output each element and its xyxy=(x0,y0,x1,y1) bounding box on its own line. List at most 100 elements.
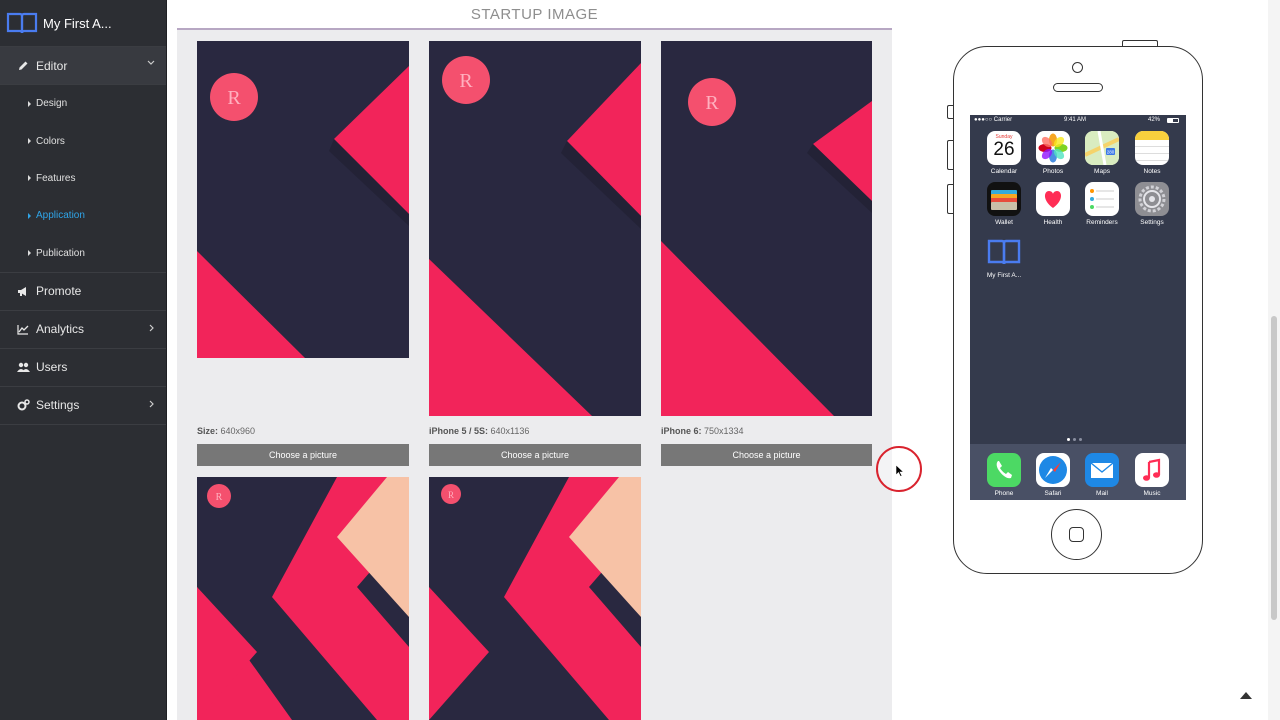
svg-text:R: R xyxy=(448,490,454,500)
caption-label: Size: xyxy=(197,426,219,436)
caret-right-icon xyxy=(28,100,31,107)
carrier-label: Carrier xyxy=(993,117,1013,123)
startup-image-preview-landscape: R xyxy=(429,477,641,720)
choose-picture-button[interactable]: Choose a picture xyxy=(661,444,872,466)
book-icon xyxy=(987,235,1021,269)
line-chart-icon xyxy=(16,324,30,335)
sidebar-subitem-design[interactable]: Design xyxy=(0,85,166,122)
app-brand[interactable]: My First A... xyxy=(0,0,166,47)
book-icon xyxy=(6,12,38,34)
reminders-icon xyxy=(1085,182,1119,216)
sidebar-item-users[interactable]: Users xyxy=(0,349,166,387)
gear-icon xyxy=(1135,182,1169,216)
phone-icon xyxy=(987,453,1021,487)
app-label: Maps xyxy=(1094,168,1110,175)
sidebar-subitem-label: Design xyxy=(36,98,68,110)
caret-right-icon xyxy=(28,250,31,257)
startup-image-preview-640x1136: R xyxy=(429,41,641,416)
svg-text:R: R xyxy=(216,492,223,503)
sidebar-item-label: Analytics xyxy=(36,322,85,337)
app-label: Mail xyxy=(1096,490,1108,497)
caption-value: 750x1334 xyxy=(701,426,744,436)
app-settings[interactable]: Settings xyxy=(1134,182,1170,226)
editor-submenu: Design Colors Features Application Publi… xyxy=(0,85,166,273)
app-label: Settings xyxy=(1140,219,1164,226)
app-photos[interactable]: Photos xyxy=(1035,131,1071,175)
sidebar-item-label: Promote xyxy=(36,284,82,299)
signal-carrier: ●●●○○ Carrier xyxy=(974,117,1013,123)
app-notes[interactable]: Notes xyxy=(1134,131,1170,175)
scrollbar[interactable] xyxy=(1268,0,1280,720)
app-label: Reminders xyxy=(1086,219,1118,226)
startup-image-preview-750x1334: R xyxy=(661,41,872,416)
dock-app-mail[interactable]: Mail xyxy=(1084,453,1120,497)
app-health[interactable]: Health xyxy=(1035,182,1071,226)
wallet-icon xyxy=(987,182,1021,216)
sidebar-item-settings[interactable]: Settings xyxy=(0,387,166,425)
sidebar-item-label: Users xyxy=(36,360,68,375)
photos-icon xyxy=(1036,131,1070,165)
caption-label: iPhone 6: xyxy=(661,426,702,436)
chevron-right-icon xyxy=(149,324,154,332)
chevron-right-icon xyxy=(149,400,154,408)
mail-icon xyxy=(1085,453,1119,487)
calendar-date: 26 xyxy=(993,139,1015,160)
caret-right-icon xyxy=(28,138,31,145)
app-calendar[interactable]: Sunday 26 Calendar xyxy=(986,131,1022,175)
app-my-first-app[interactable]: My First A... xyxy=(984,235,1024,279)
sidebar-item-editor[interactable]: Editor xyxy=(0,47,166,85)
scrollbar-thumb[interactable] xyxy=(1271,316,1277,620)
choose-picture-button[interactable]: Choose a picture xyxy=(429,444,641,466)
startup-image-preview-landscape: R xyxy=(197,477,409,720)
sidebar-item-label: Settings xyxy=(36,398,80,413)
dock-app-phone[interactable]: Phone xyxy=(986,453,1022,497)
svg-text:280: 280 xyxy=(1107,150,1115,155)
pencil-icon xyxy=(16,60,30,71)
sidebar-subitem-label: Application xyxy=(36,210,85,222)
maps-icon: 280 xyxy=(1085,131,1119,165)
sidebar-subitem-application[interactable]: Application xyxy=(0,197,166,234)
compass-icon xyxy=(1036,453,1070,487)
app-label: Photos xyxy=(1042,168,1064,175)
sidebar-subitem-features[interactable]: Features xyxy=(0,160,166,197)
svg-text:R: R xyxy=(705,92,719,114)
app-maps[interactable]: 280 Maps xyxy=(1084,131,1120,175)
main-content: STARTUP IMAGE R Size: 640x960 Choose a p… xyxy=(177,0,892,720)
sidebar: My First A... Editor Design Colors Featu… xyxy=(0,0,167,720)
sidebar-subitem-label: Features xyxy=(36,172,76,184)
users-icon xyxy=(16,362,30,373)
dock-app-music[interactable]: Music xyxy=(1134,453,1170,497)
app-label: My First A... xyxy=(986,272,1022,279)
gears-icon xyxy=(16,399,30,411)
caret-right-icon xyxy=(28,212,31,219)
app-label: Notes xyxy=(1143,168,1161,175)
phone-camera xyxy=(1072,62,1083,73)
sidebar-subitem-colors[interactable]: Colors xyxy=(0,122,166,159)
sidebar-item-analytics[interactable]: Analytics xyxy=(0,311,166,349)
app-name: My First A... xyxy=(43,15,112,31)
caption-value: 640x1136 xyxy=(488,426,530,436)
app-label: Calendar xyxy=(990,168,1018,175)
sidebar-item-promote[interactable]: Promote xyxy=(0,273,166,311)
app-label: Music xyxy=(1143,490,1161,497)
battery-icon xyxy=(1167,118,1179,123)
app-reminders[interactable]: Reminders xyxy=(1084,182,1120,226)
choose-picture-button[interactable]: Choose a picture xyxy=(197,444,409,466)
sidebar-subitem-label: Colors xyxy=(36,135,65,147)
dock-app-safari[interactable]: Safari xyxy=(1035,453,1071,497)
sidebar-subitem-publication[interactable]: Publication xyxy=(0,235,166,272)
sidebar-subitem-label: Publication xyxy=(36,247,85,259)
megaphone-icon xyxy=(16,286,30,297)
scroll-to-top-icon[interactable] xyxy=(1240,692,1252,699)
app-label: Safari xyxy=(1044,490,1062,497)
app-wallet[interactable]: Wallet xyxy=(986,182,1022,226)
section-title: STARTUP IMAGE xyxy=(177,0,892,30)
app-label: Phone xyxy=(994,490,1014,497)
image-size-caption: iPhone 6: 750x1334 xyxy=(661,426,744,436)
phone-screen: ●●●○○ Carrier 9:41 AM 42% Sunday 26 Cale… xyxy=(970,115,1186,500)
phone-home-button[interactable] xyxy=(1051,509,1102,560)
phone-speaker xyxy=(1053,83,1103,92)
chevron-down-icon xyxy=(147,60,155,65)
image-size-caption: Size: 640x960 xyxy=(197,426,255,436)
page-indicator xyxy=(1067,438,1082,441)
